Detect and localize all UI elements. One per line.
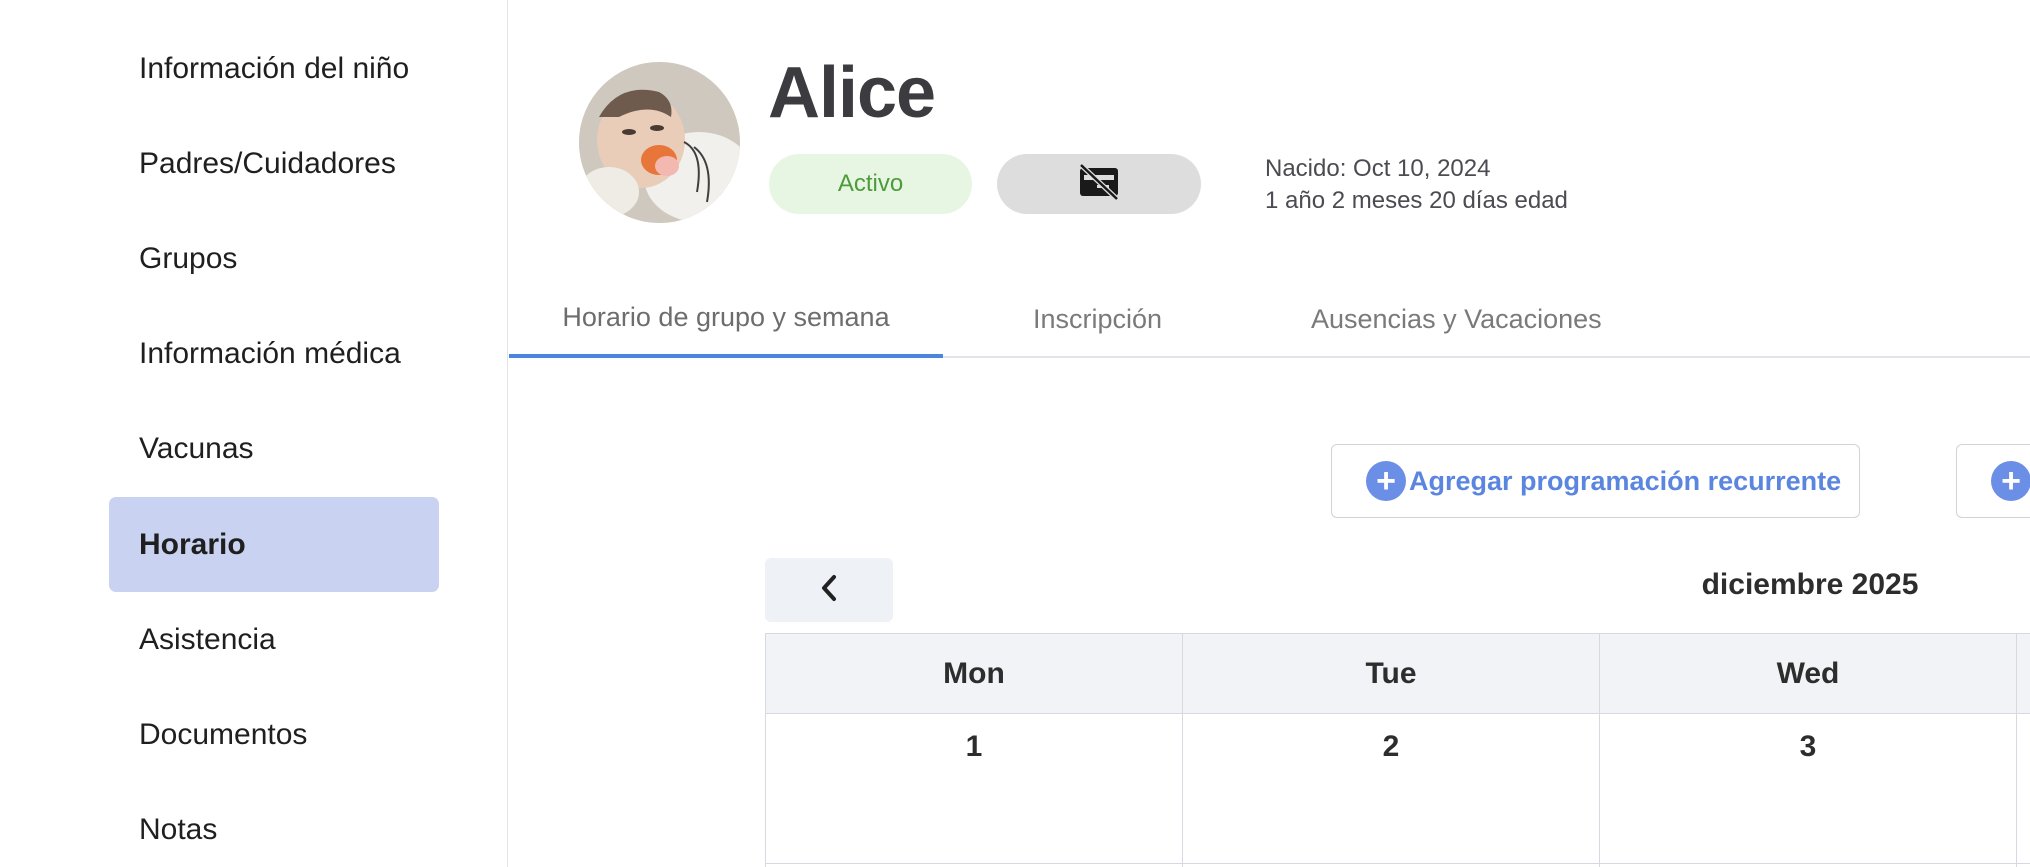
calendar-day-cell[interactable]: 1 [766, 714, 1183, 867]
tab-bar: Horario de grupo y semana Inscripción Au… [509, 280, 2030, 358]
sidebar-item-attendance[interactable]: Asistencia [109, 592, 439, 687]
tab-label: Inscripción [1033, 303, 1163, 334]
child-name: Alice [768, 53, 936, 133]
birth-info: Nacido: Oct 10, 2024 1 año 2 meses 20 dí… [1265, 153, 1568, 217]
calendar-date: 3 [1799, 730, 1817, 763]
weekday-header: Tue [1183, 634, 1600, 714]
calendar-day-cell-partial[interactable] [2017, 714, 2030, 867]
sidebar-item-label: Vacunas [139, 431, 254, 465]
tab-label: Ausencias y Vacaciones [1311, 303, 1602, 334]
sidebar-item-child-info[interactable]: Información del niño [109, 21, 439, 116]
sidebar-item-label: Información médica [139, 336, 401, 370]
sidebar-item-label: Información del niño [139, 51, 410, 85]
sidebar-item-notes[interactable]: Notas [109, 782, 439, 867]
status-badge: Activo [769, 154, 972, 214]
sidebar-item-label: Padres/Cuidadores [139, 146, 396, 180]
sidebar-item-label: Notas [139, 812, 218, 846]
tab-enrollment[interactable]: Inscripción [1033, 280, 1162, 358]
sidebar-item-documents[interactable]: Documentos [109, 687, 439, 782]
add-recurring-schedule-button[interactable]: + Agregar programación recurrente [1331, 444, 1860, 518]
sidebar-item-medical[interactable]: Información médica [109, 306, 439, 401]
calendar-grid: Mon Tue Wed 1 2 3 [765, 633, 2030, 867]
sidebar-item-groups[interactable]: Grupos [109, 211, 439, 306]
sidebar-item-label: Documentos [139, 717, 308, 751]
birth-date: Nacido: Oct 10, 2024 [1265, 155, 1491, 182]
avatar [579, 62, 740, 223]
no-card-icon [1077, 162, 1121, 206]
calendar-day-cell[interactable]: 2 [1183, 714, 1600, 867]
sidebar-item-schedule[interactable]: Horario [109, 497, 439, 592]
sidebar-item-parents[interactable]: Padres/Cuidadores [109, 116, 439, 211]
weekday-header: Wed [1600, 634, 2017, 714]
month-label: diciembre 2025 [1701, 568, 1919, 601]
add-schedule-button[interactable]: + [1956, 444, 2030, 518]
tab-absences[interactable]: Ausencias y Vacaciones [1311, 280, 1602, 358]
previous-month-button[interactable] [765, 558, 893, 622]
add-recurring-label: Agregar programación recurrente [1409, 465, 1842, 496]
age-text: 1 año 2 meses 20 días edad [1265, 187, 1568, 214]
sidebar-item-label: Horario [139, 527, 246, 561]
weekday-header-partial [2017, 634, 2030, 714]
sidebar: Información del niño Padres/Cuidadores G… [0, 0, 508, 867]
plus-circle-icon: + [1991, 461, 2030, 501]
tab-group-schedule[interactable]: Horario de grupo y semana [509, 280, 943, 358]
calendar-row-divider [766, 863, 2030, 864]
calendar-day-cell[interactable]: 3 [1600, 714, 2017, 867]
app: Información del niño Padres/Cuidadores G… [0, 0, 2030, 867]
child-photo [579, 62, 740, 223]
calendar-date: 1 [965, 730, 983, 763]
sidebar-item-label: Asistencia [139, 622, 276, 656]
chevron-left-icon [818, 573, 840, 608]
plus-circle-icon: + [1366, 461, 1406, 501]
calendar-date: 2 [1382, 730, 1400, 763]
weekday-header: Mon [766, 634, 1183, 714]
tab-label: Horario de grupo y semana [562, 301, 890, 332]
card-status-button[interactable] [997, 154, 1201, 214]
sidebar-item-vaccines[interactable]: Vacunas [109, 401, 439, 496]
sidebar-item-label: Grupos [139, 241, 238, 275]
